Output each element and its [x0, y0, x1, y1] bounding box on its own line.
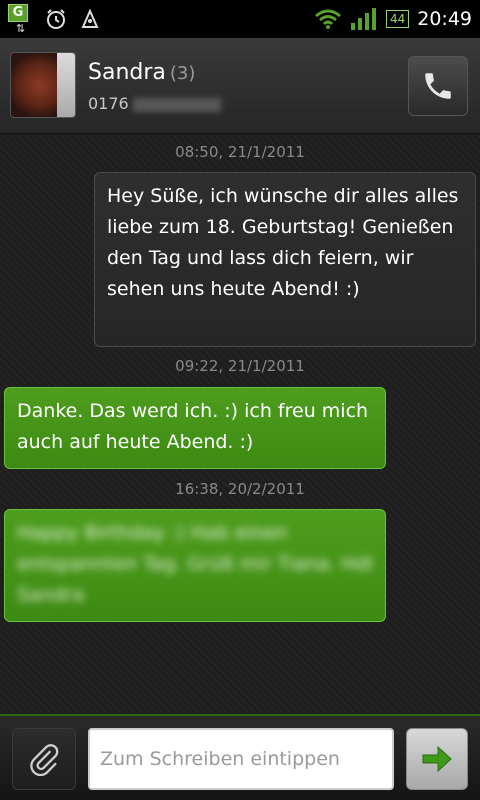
message-bubble-received[interactable]: Happy Birthday :) Hab einen entspannten …	[4, 509, 386, 622]
call-button[interactable]	[408, 56, 468, 116]
usb-debug-icon	[81, 8, 99, 28]
message-text: Danke. Das werd ich. :) ich freu mich au…	[17, 400, 369, 453]
phone-icon	[425, 73, 451, 99]
message-timestamp: 08:50, 21/1/2011	[175, 143, 305, 161]
message-timestamp: 16:38, 20/2/2011	[175, 480, 305, 498]
message-bubble-received[interactable]: Danke. Das werd ich. :) ich freu mich au…	[4, 387, 386, 469]
redacted-number	[132, 97, 221, 112]
status-bar: G ⇅ 44 20:49	[0, 0, 480, 38]
send-arrow-icon	[422, 745, 452, 773]
paperclip-icon	[30, 744, 59, 776]
contact-number-prefix: 0176	[88, 94, 129, 113]
contact-name-text: Sandra	[88, 60, 166, 85]
composer-bar	[0, 714, 480, 800]
send-button[interactable]	[406, 728, 468, 790]
message-count: (3)	[169, 63, 196, 84]
message-text: Happy Birthday :) Hab einen entspannten …	[17, 522, 373, 606]
message-list[interactable]: 08:50, 21/1/2011 Hey Süße, ich wünsche d…	[0, 135, 480, 713]
battery-icon: 44	[385, 10, 410, 28]
message-input[interactable]	[88, 728, 394, 790]
conversation-header: Sandra (3) 0176	[0, 38, 480, 134]
message-text: Hey Süße, ich wünsche dir alles alles li…	[107, 185, 459, 300]
signal-icon	[350, 8, 376, 30]
clock: 20:49	[417, 8, 472, 30]
wifi-icon	[314, 9, 341, 29]
contact-number: 0176	[88, 94, 221, 113]
message-timestamp: 09:22, 21/1/2011	[175, 357, 305, 375]
alarm-icon	[47, 9, 65, 29]
g-sync-icon: G ⇅	[8, 4, 34, 35]
contact-name: Sandra (3)	[88, 60, 195, 85]
attach-button[interactable]	[12, 728, 76, 790]
avatar[interactable]	[10, 52, 76, 118]
message-bubble-sent[interactable]: Hey Süße, ich wünsche dir alles alles li…	[94, 172, 476, 347]
